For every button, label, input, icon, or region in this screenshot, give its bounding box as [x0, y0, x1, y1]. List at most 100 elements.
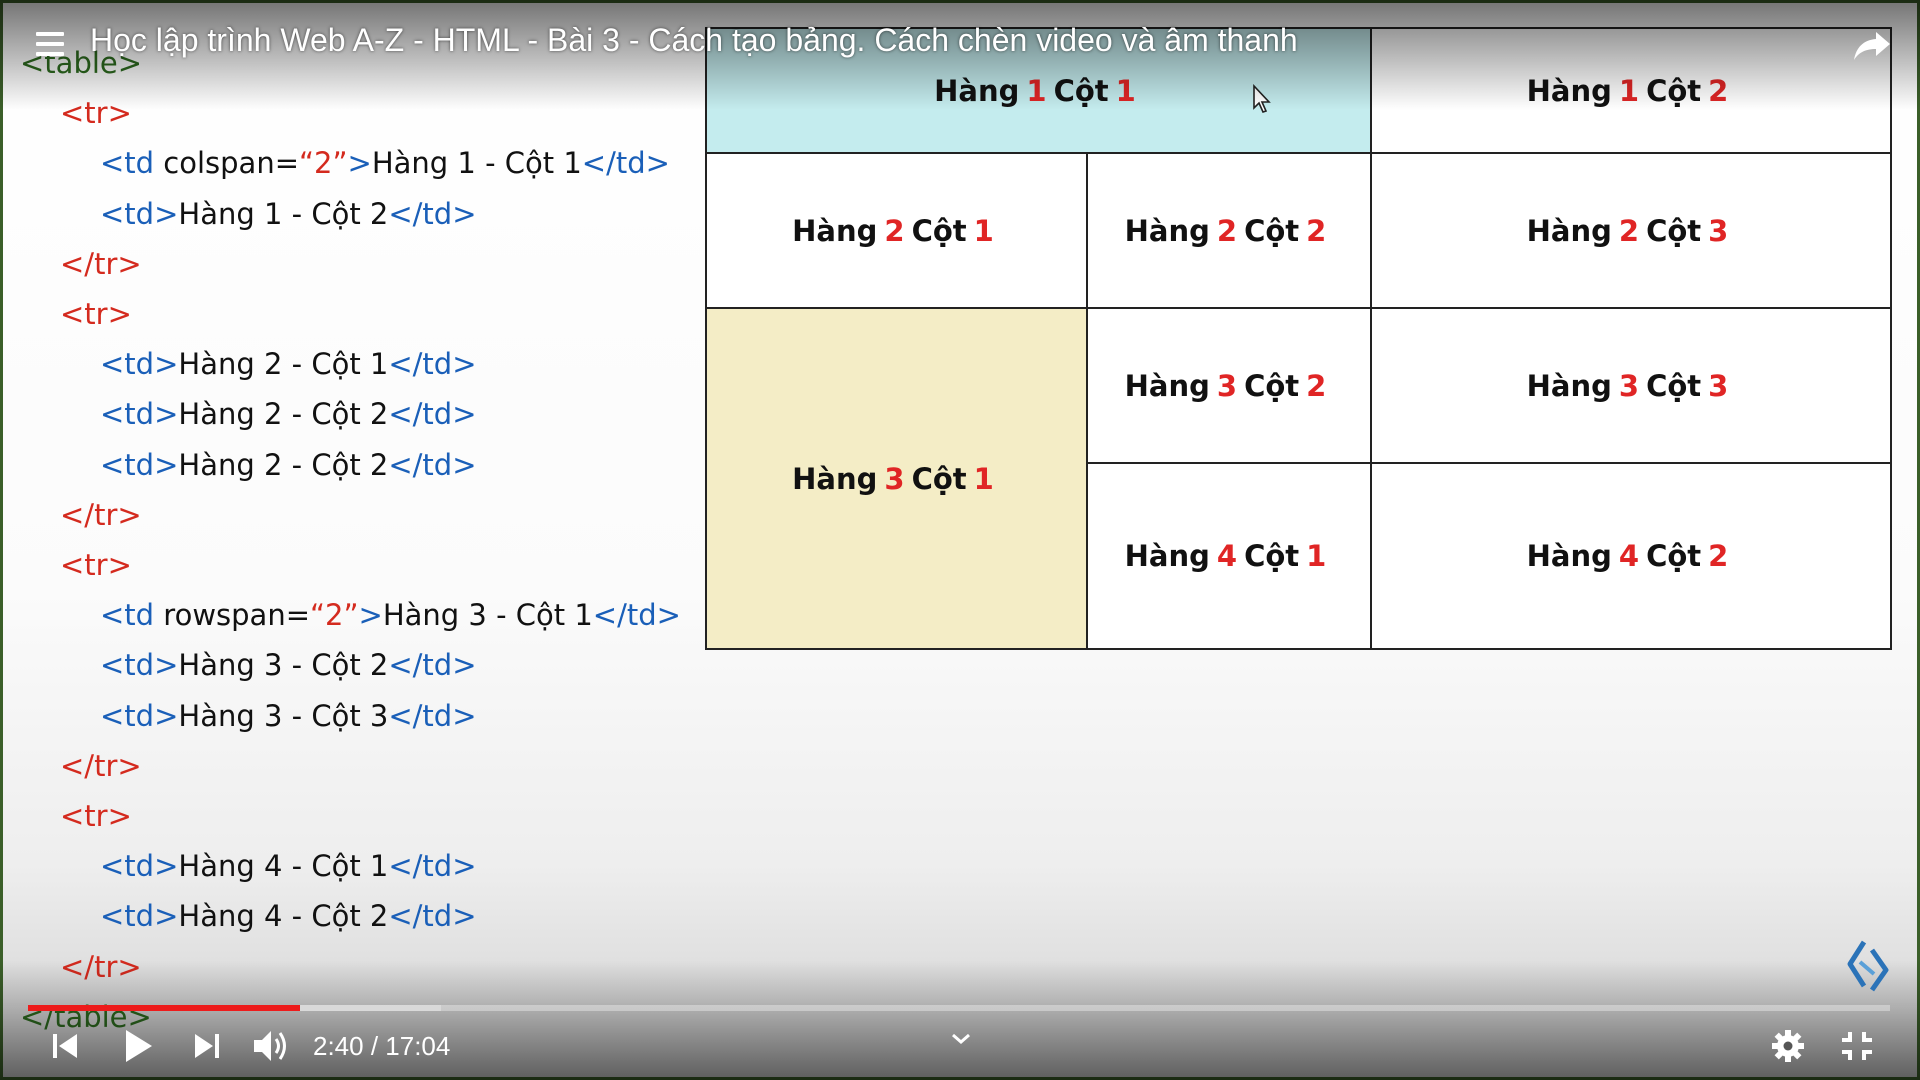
current-time: 2:40 — [313, 1031, 364, 1061]
code-token: Hàng 2 - Cột 2 — [178, 397, 389, 432]
cell-word: Hàng — [1124, 213, 1210, 248]
column-number: 3 — [1708, 368, 1729, 403]
code-token: <td> — [100, 899, 179, 934]
code-token: Hàng 4 - Cột 2 — [178, 899, 389, 934]
chevron-down-icon[interactable] — [950, 1032, 972, 1046]
column-number: 1 — [1306, 539, 1327, 573]
code-token: </td> — [388, 447, 477, 482]
row-number: 4 — [1216, 539, 1238, 573]
column-number: 1 — [973, 461, 994, 496]
cell-word: Hàng — [792, 213, 878, 248]
duration: 17:04 — [385, 1031, 451, 1061]
code-token: <td> — [100, 849, 179, 884]
table-cell: Hàng 3 Cột 2 — [1086, 307, 1372, 464]
cell-word: Cột — [1244, 539, 1300, 573]
code-token: </td> — [581, 146, 670, 181]
video-title[interactable]: Học lập trình Web A-Z - HTML - Bài 3 - C… — [90, 22, 1298, 59]
previous-icon[interactable] — [50, 1031, 80, 1061]
code-token: <td — [100, 146, 164, 181]
table-cell: Hàng 3 Cột 3 — [1370, 307, 1892, 464]
code-token: <td — [100, 598, 164, 633]
channel-logo[interactable] — [1842, 940, 1892, 992]
row-number: 2 — [1216, 213, 1238, 248]
code-token: </td> — [388, 698, 477, 733]
exit-fullscreen-icon[interactable] — [1840, 1030, 1874, 1062]
row-number: 3 — [884, 461, 905, 496]
code-token: </td> — [388, 849, 477, 884]
cell-word: Hàng — [792, 461, 878, 496]
code-token: <tr> — [60, 548, 132, 582]
code-line: <td rowspan=“2”>Hàng 3 - Cột 1</td> — [100, 598, 681, 632]
table-cell: Hàng 2 Cột 2 — [1086, 152, 1372, 309]
code-line: <tr> — [60, 548, 132, 582]
code-token: Hàng 2 - Cột 2 — [178, 447, 389, 482]
column-number: 2 — [1306, 213, 1327, 248]
time-separator: / — [363, 1031, 386, 1061]
progress-played — [28, 1005, 300, 1011]
code-token: Hàng 4 - Cột 1 — [178, 849, 389, 884]
code-token: <td> — [100, 648, 179, 683]
code-token: rowspan= — [163, 598, 311, 633]
code-token: “2” — [299, 146, 348, 181]
table-cell: Hàng 4 Cột 1 — [1086, 462, 1372, 650]
row-number: 2 — [1618, 213, 1640, 248]
code-token: </tr> — [60, 497, 142, 532]
gear-icon[interactable] — [1770, 1028, 1806, 1064]
code-token: Hàng 3 - Cột 3 — [178, 698, 389, 733]
code-token: > — [347, 146, 372, 181]
table-cell: Hàng 2 Cột 1 — [705, 152, 1088, 309]
row-number: 3 — [1618, 368, 1640, 403]
cell-word: Hàng — [1526, 368, 1612, 403]
cell-word: Cột — [1646, 213, 1702, 248]
code-token: </td> — [388, 899, 477, 934]
column-number: 2 — [1708, 539, 1729, 573]
code-token: </td> — [388, 397, 477, 432]
code-token: </tr> — [60, 748, 142, 783]
cell-word: Cột — [1646, 539, 1702, 573]
cell-word: Cột — [1244, 213, 1300, 248]
cell-word: Cột — [1646, 368, 1702, 403]
code-token: Hàng 3 - Cột 1 — [382, 598, 593, 633]
code-line: </tr> — [60, 247, 142, 281]
column-number: 1 — [973, 213, 994, 248]
code-token: Hàng 3 - Cột 2 — [178, 648, 389, 683]
code-token: <td> — [100, 347, 179, 382]
cell-word: Hàng — [1526, 213, 1612, 248]
code-token: “2” — [310, 598, 359, 633]
code-token: colspan= — [163, 146, 300, 181]
code-token: Hàng 1 - Cột 1 — [371, 146, 582, 181]
code-token: <tr> — [60, 799, 132, 833]
volume-icon[interactable] — [252, 1027, 292, 1065]
code-token: <td> — [100, 196, 179, 231]
code-line: <td colspan=“2”>Hàng 1 - Cột 1</td> — [100, 146, 670, 180]
code-line: <tr> — [60, 799, 132, 833]
row-number: 2 — [884, 213, 905, 248]
play-icon[interactable] — [122, 1028, 154, 1064]
code-line: <td>Hàng 3 - Cột 3</td> — [100, 699, 477, 733]
next-icon[interactable] — [192, 1031, 222, 1061]
share-icon[interactable] — [1852, 28, 1892, 64]
column-number: 3 — [1708, 213, 1729, 248]
cell-word: Cột — [911, 461, 967, 496]
table-cell: Hàng 2 Cột 3 — [1370, 152, 1892, 309]
video-player[interactable]: <table><tr><td colspan=“2”>Hàng 1 - Cột … — [0, 0, 1920, 1080]
code-token: </tr> — [60, 246, 142, 281]
code-line: <td>Hàng 4 - Cột 1</td> — [100, 849, 477, 883]
menu-icon[interactable] — [36, 32, 64, 56]
code-token: <tr> — [60, 297, 132, 331]
code-token: </td> — [388, 648, 477, 683]
code-token: Hàng 2 - Cột 1 — [178, 347, 389, 382]
code-line: <td>Hàng 3 - Cột 2</td> — [100, 648, 477, 682]
code-token: <td> — [100, 698, 179, 733]
code-line: <td>Hàng 1 - Cột 2</td> — [100, 197, 477, 231]
code-line: <td>Hàng 4 - Cột 2</td> — [100, 899, 477, 933]
code-token: </td> — [592, 598, 681, 633]
column-number: 2 — [1306, 368, 1327, 403]
table-cell: Hàng 4 Cột 2 — [1370, 462, 1892, 650]
time-display: 2:40 / 17:04 — [313, 1031, 450, 1062]
table-cell: Hàng 3 Cột 1 — [705, 307, 1088, 650]
progress-bar[interactable] — [28, 1005, 1890, 1011]
code-line: </tr> — [60, 749, 142, 783]
cell-word: Hàng — [1124, 539, 1210, 573]
code-token: <td> — [100, 397, 179, 432]
